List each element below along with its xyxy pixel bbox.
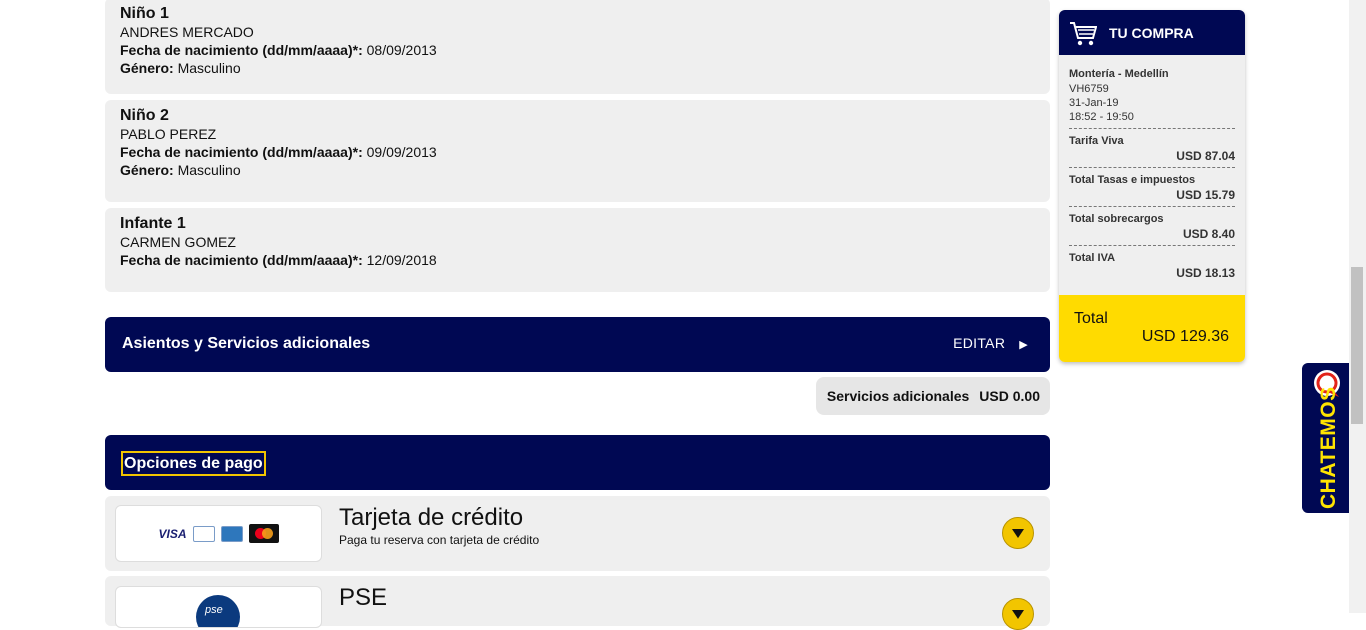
dob-value: 09/09/2013 (366, 144, 437, 160)
dob-value: 08/09/2013 (366, 42, 437, 58)
services-title: Asientos y Servicios adicionales (122, 335, 371, 352)
passenger-title: Niño 2 (120, 107, 169, 124)
gender-label: Género: (120, 60, 174, 76)
flight-time: 18:52 - 19:50 (1069, 111, 1134, 123)
purchase-summary: TU COMPRA Montería - Medellín VH6759 31-… (1059, 10, 1245, 362)
payment-option-credit-card[interactable]: VISA Tarjeta de crédito Paga tu reserva … (105, 496, 1050, 571)
surcharges-value: USD 8.40 (1182, 227, 1235, 241)
summary-header: TU COMPRA (1059, 10, 1245, 55)
iva-label: Total IVA (1069, 252, 1116, 264)
taxes-label: Total Tasas e impuestos (1069, 174, 1196, 186)
divider (1069, 167, 1235, 168)
gender-value: Masculino (177, 162, 241, 178)
total-label: Total (1074, 310, 1108, 327)
passenger-dob: Fecha de nacimiento (dd/mm/aaaa)*: 09/09… (120, 143, 1035, 161)
passenger-dob: Fecha de nacimiento (dd/mm/aaaa)*: 12/09… (120, 251, 1035, 269)
payment-option-name: Tarjeta de crédito (339, 504, 524, 531)
flight-number: VH6759 (1069, 83, 1109, 95)
passenger-dob: Fecha de nacimiento (dd/mm/aaaa)*: 08/09… (120, 41, 1035, 59)
additional-services-label: Servicios adicionales (826, 388, 970, 404)
pse-logo-text: pse (205, 604, 223, 616)
dob-value: 12/09/2018 (366, 252, 437, 268)
total-box: Total USD 129.36 (1059, 295, 1245, 362)
gender-value: Masculino (177, 60, 241, 76)
passenger-name: ANDRES MERCADO (120, 24, 254, 40)
edit-label: EDITAR (953, 335, 1006, 351)
divider (1069, 245, 1235, 246)
expand-chevron-icon[interactable] (1002, 598, 1034, 630)
passenger-card: Infante 1 CARMEN GOMEZ Fecha de nacimien… (105, 208, 1050, 292)
triangle-right-icon: ▶ (1019, 339, 1028, 351)
payment-section-header: Opciones de pago (105, 435, 1050, 490)
scrollbar-thumb[interactable] (1351, 267, 1363, 424)
divider (1069, 206, 1235, 207)
card-logos: VISA (115, 505, 322, 562)
expand-chevron-icon[interactable] (1002, 517, 1034, 549)
shopping-cart-icon (1070, 22, 1097, 46)
iva-value: USD 18.13 (1176, 266, 1235, 280)
chat-label: CHATEMOS (1317, 386, 1340, 509)
diners-club-logo (192, 525, 215, 542)
additional-services-value: USD 0.00 (979, 388, 1040, 404)
passenger-name: PABLO PEREZ (120, 126, 217, 142)
passenger-card: Niño 1 ANDRES MERCADO Fecha de nacimient… (105, 0, 1050, 94)
visa-logo: VISA (158, 526, 187, 541)
payment-option-description: Paga tu reserva con tarjeta de crédito (339, 533, 540, 547)
pse-logo: pse (115, 586, 322, 628)
flight-date: 31-Jan-19 (1069, 97, 1119, 109)
dob-label: Fecha de nacimiento (dd/mm/aaaa)*: (120, 252, 363, 268)
surcharges-label: Total sobrecargos (1069, 213, 1164, 225)
payment-option-name: PSE (339, 584, 388, 611)
taxes-value: USD 15.79 (1176, 188, 1235, 202)
passenger-name: CARMEN GOMEZ (120, 234, 236, 250)
summary-title: TU COMPRA (1109, 25, 1194, 41)
services-section-header: Asientos y Servicios adicionales EDITAR ▶ (105, 317, 1050, 372)
divider (1069, 128, 1235, 129)
passenger-gender: Género: Masculino (120, 161, 1035, 179)
payment-title[interactable]: Opciones de pago (121, 451, 266, 476)
fare-value: USD 87.04 (1176, 149, 1235, 163)
flight-route: Montería - Medellín (1069, 68, 1169, 80)
payment-option-pse[interactable]: pse PSE (105, 576, 1050, 630)
passenger-title: Niño 1 (120, 5, 169, 22)
additional-services-total: Servicios adicionales USD 0.00 (816, 377, 1050, 415)
page-scrollbar[interactable] (1349, 0, 1366, 613)
american-express-logo (220, 525, 243, 542)
passenger-card: Niño 2 PABLO PEREZ Fecha de nacimiento (… (105, 100, 1050, 202)
passenger-gender: Género: Masculino (120, 59, 1035, 77)
gender-label: Género: (120, 162, 174, 178)
mastercard-logo (248, 524, 279, 543)
passenger-title: Infante 1 (120, 215, 186, 232)
chat-button[interactable]: CHATEMOS (1302, 363, 1350, 513)
fare-label: Tarifa Viva (1069, 135, 1124, 147)
edit-services-button[interactable]: EDITAR ▶ (953, 335, 1028, 351)
dob-label: Fecha de nacimiento (dd/mm/aaaa)*: (120, 42, 363, 58)
pse-logo-circle: pse (196, 595, 240, 627)
total-value: USD 129.36 (1141, 328, 1229, 345)
dob-label: Fecha de nacimiento (dd/mm/aaaa)*: (120, 144, 363, 160)
